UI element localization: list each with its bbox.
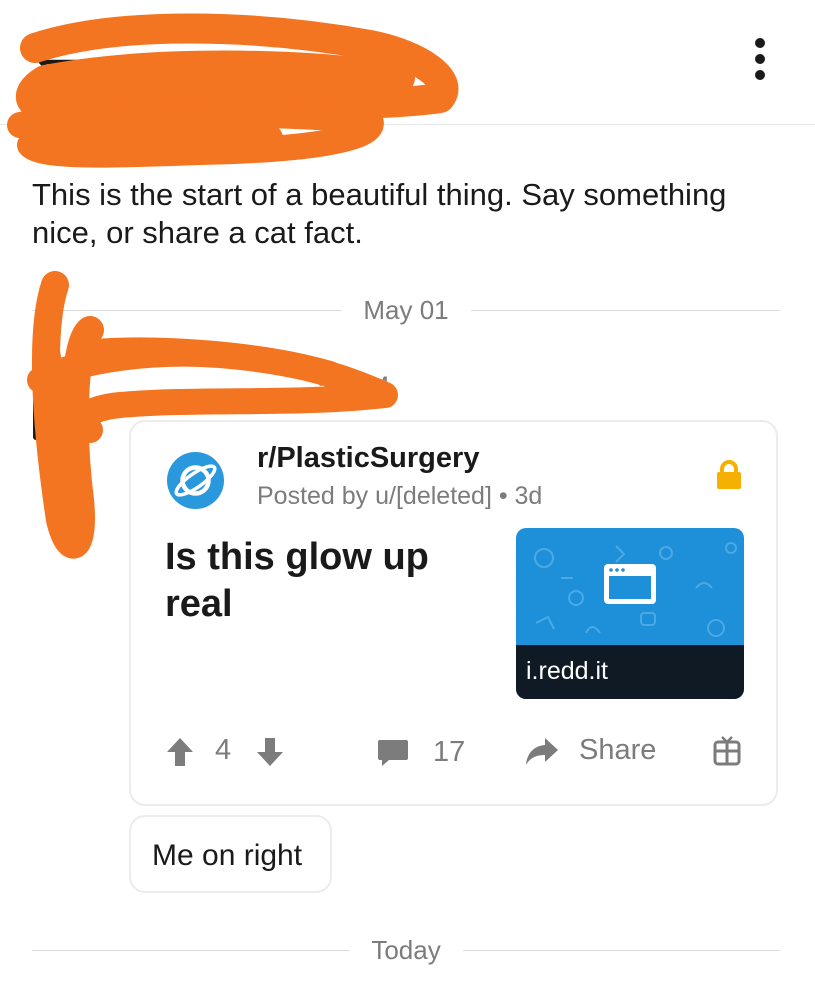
- date-divider: May 01: [32, 294, 781, 325]
- share-arrow-icon: [526, 737, 558, 765]
- avatar[interactable]: [33, 378, 43, 440]
- planet-icon: [174, 464, 217, 497]
- more-vertical-icon: [755, 38, 765, 48]
- comments-button[interactable]: 17: [377, 736, 465, 769]
- downvote-button[interactable]: [255, 736, 285, 768]
- chat-intro-message: This is the start of a beautiful thing. …: [32, 177, 727, 250]
- divider-line: [32, 949, 350, 951]
- back-button[interactable]: [36, 44, 81, 80]
- comment-icon: [378, 739, 408, 766]
- more-vertical-dot: [755, 54, 765, 64]
- subreddit-icon[interactable]: [167, 452, 224, 509]
- thumbnail-caption-bar: i.redd.it: [516, 645, 744, 699]
- date-divider: Today: [32, 934, 781, 965]
- arrow-up-icon: [167, 738, 193, 766]
- chat-message-bubble[interactable]: Me on right: [129, 815, 332, 893]
- post-title[interactable]: Is this glow up real: [165, 534, 495, 628]
- message-timestamp: 51 AM: [318, 372, 389, 400]
- arrow-down-icon: [257, 738, 283, 766]
- shared-post-card[interactable]: r/PlasticSurgery Posted by u/[deleted] •…: [129, 420, 778, 806]
- chat-message-text: Me on right: [152, 839, 303, 872]
- share-button[interactable]: Share: [525, 734, 656, 767]
- comment-count: 17: [433, 736, 466, 768]
- lock-icon: [715, 460, 743, 490]
- more-options-button[interactable]: [748, 38, 772, 84]
- share-label: Share: [579, 734, 657, 766]
- upvote-button[interactable]: [165, 736, 195, 768]
- post-thumbnail[interactable]: i.redd.it: [516, 528, 744, 699]
- arrow-left-icon: [38, 44, 81, 80]
- post-actions-bar: 4 17 Share: [131, 722, 776, 782]
- divider-line: [470, 309, 781, 311]
- chat-header: [0, 0, 815, 125]
- browser-window-icon: [604, 564, 656, 604]
- gift-icon: [713, 736, 741, 766]
- award-button[interactable]: [713, 736, 741, 766]
- date-divider-label: Today: [371, 934, 441, 965]
- date-divider-label: May 01: [363, 294, 449, 325]
- thumbnail-domain: i.redd.it: [526, 657, 608, 685]
- more-vertical-dot: [755, 70, 765, 80]
- vote-count-label: 4: [215, 734, 232, 766]
- subreddit-name[interactable]: r/PlasticSurgery: [257, 442, 479, 475]
- divider-line: [32, 309, 342, 311]
- vote-count: 4: [215, 734, 231, 767]
- divider-line: [462, 949, 781, 951]
- post-meta: Posted by u/[deleted] • 3d: [257, 482, 543, 510]
